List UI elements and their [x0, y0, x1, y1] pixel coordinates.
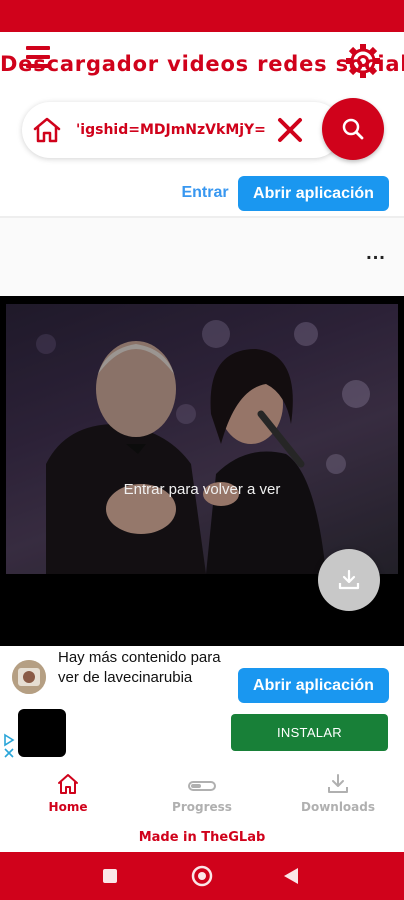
search-button[interactable]: [322, 98, 384, 160]
more-options-button[interactable]: ...: [362, 243, 390, 266]
home-icon: [58, 774, 78, 794]
nav-home-label: Home: [48, 800, 88, 814]
nav-progress[interactable]: Progress: [166, 772, 238, 818]
close-icon[interactable]: [276, 116, 304, 144]
open-app-button[interactable]: Abrir aplicación: [238, 176, 389, 211]
recents-button[interactable]: [103, 869, 117, 883]
nav-downloads-label: Downloads: [300, 800, 376, 814]
progress-icon: [188, 781, 216, 791]
install-button[interactable]: INSTALAR: [231, 714, 388, 751]
nav-downloads[interactable]: Downloads: [296, 772, 380, 818]
download-icon: [328, 774, 348, 793]
app-screen: Descargador videos redes sociales 'igshi…: [0, 0, 404, 900]
made-in-credit: Made in TheGLab: [138, 830, 266, 845]
login-link[interactable]: Entrar: [176, 178, 234, 208]
search-icon: [342, 118, 364, 140]
home-icon[interactable]: [32, 116, 62, 144]
download-button[interactable]: [318, 549, 380, 611]
ad-open-app-button[interactable]: Abrir aplicación: [238, 668, 389, 703]
menu-icon[interactable]: [24, 46, 52, 74]
download-icon: [338, 569, 360, 590]
url-input[interactable]: 'igshid=MDJmNzVkMjY=: [76, 119, 272, 141]
post-header: [0, 218, 404, 296]
video-frame: [6, 304, 398, 574]
system-navigation-bar: [0, 852, 404, 900]
back-button[interactable]: [284, 868, 298, 884]
adchoices-icon[interactable]: [2, 733, 16, 761]
video-overlay-text: Entrar para volver a ver: [123, 481, 281, 498]
url-input-bar[interactable]: 'igshid=MDJmNzVkMjY=: [22, 102, 342, 158]
status-bar: [0, 0, 404, 32]
nav-home[interactable]: Home: [40, 772, 96, 818]
nav-progress-label: Progress: [172, 800, 232, 814]
ad-thumbnail[interactable]: [18, 709, 66, 757]
gear-icon[interactable]: [344, 42, 382, 80]
ad-message: Hay más contenido para ver de lavecinaru…: [58, 649, 221, 686]
avatar: [12, 660, 46, 694]
